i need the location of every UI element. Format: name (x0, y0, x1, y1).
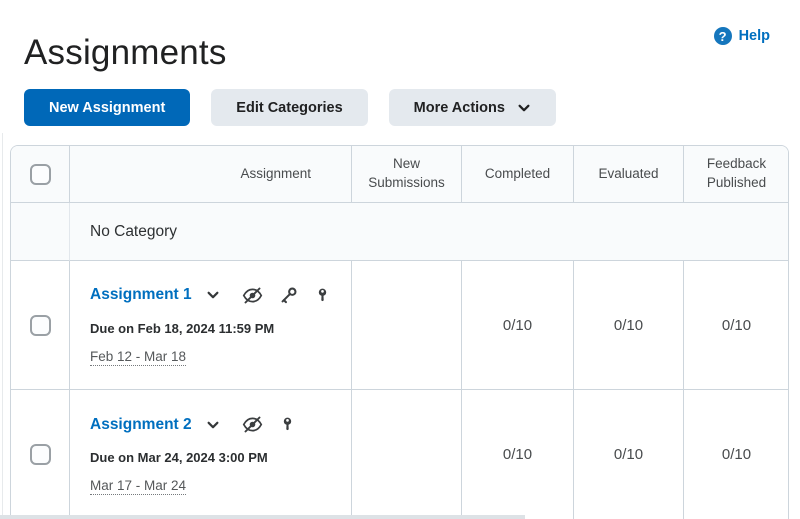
row-checkbox-assignment-1[interactable] (29, 314, 51, 336)
row-checkbox-assignment-2[interactable] (29, 444, 51, 465)
next-row-edge (0, 515, 525, 519)
completed-value: 0/10 (461, 261, 573, 390)
page-title: Assignments (24, 33, 227, 73)
category-row-label: No Category (69, 203, 788, 261)
assignment-1-actions-chevron-icon[interactable] (206, 288, 220, 302)
new-assignment-button[interactable]: New Assignment (24, 89, 191, 126)
row-select-cell (11, 261, 69, 390)
more-actions-button[interactable]: More Actions (388, 89, 556, 126)
evaluated-value: 0/10 (573, 261, 683, 390)
help-link[interactable]: ? Help (713, 27, 770, 45)
category-row-spacer (11, 203, 69, 261)
special-access-icon (283, 417, 291, 431)
due-date-text: Due on Mar 24, 2024 3:00 PM (90, 450, 268, 465)
assignment-1-link[interactable]: Assignment 1 (90, 286, 192, 304)
hidden-icon (242, 416, 262, 433)
column-header-assignment: Assignment (69, 146, 351, 203)
more-actions-label: More Actions (413, 99, 505, 116)
column-header-evaluated: Evaluated (573, 146, 683, 203)
completed-value: 0/10 (461, 390, 573, 519)
toolbar: New Assignment Edit Categories More Acti… (24, 89, 556, 126)
assignment-2-link[interactable]: Assignment 2 (90, 416, 192, 434)
column-header-completed: Completed (461, 146, 573, 203)
feedback-published-value: 0/10 (683, 390, 788, 519)
evaluated-value: 0/10 (573, 390, 683, 519)
key-icon (281, 287, 297, 303)
status-icons (242, 285, 331, 306)
select-all-checkbox[interactable] (29, 163, 51, 185)
special-access-icon (318, 288, 326, 301)
availability-dates-link[interactable]: Feb 12 - Mar 18 (90, 349, 187, 366)
hidden-icon (242, 287, 262, 303)
availability-dates-link[interactable]: Mar 17 - Mar 24 (90, 478, 187, 495)
page-left-divider (2, 133, 3, 519)
header-select-cell (11, 146, 69, 203)
edit-categories-button[interactable]: Edit Categories (211, 89, 368, 126)
assignment-cell: Assignment 1 Due on Feb 18, 2024 11:59 P… (69, 261, 351, 390)
help-question-icon: ? (713, 27, 732, 45)
chevron-down-icon (518, 104, 530, 111)
assignments-table: Assignment New Submissions Completed Eva… (10, 145, 789, 519)
new-submissions-value (351, 261, 461, 390)
column-header-new-submissions: New Submissions (351, 146, 461, 203)
row-select-cell (11, 390, 69, 519)
feedback-published-value: 0/10 (683, 261, 788, 390)
assignment-cell: Assignment 2 Due on Mar 24, 2024 3:00 PM… (69, 390, 351, 519)
new-submissions-value (351, 390, 461, 519)
due-date-text: Due on Feb 18, 2024 11:59 PM (90, 320, 275, 336)
column-header-feedback-published: Feedback Published (683, 146, 788, 203)
assignment-2-actions-chevron-icon[interactable] (206, 418, 220, 432)
status-icons (242, 414, 296, 435)
help-link-label: Help (738, 28, 770, 44)
